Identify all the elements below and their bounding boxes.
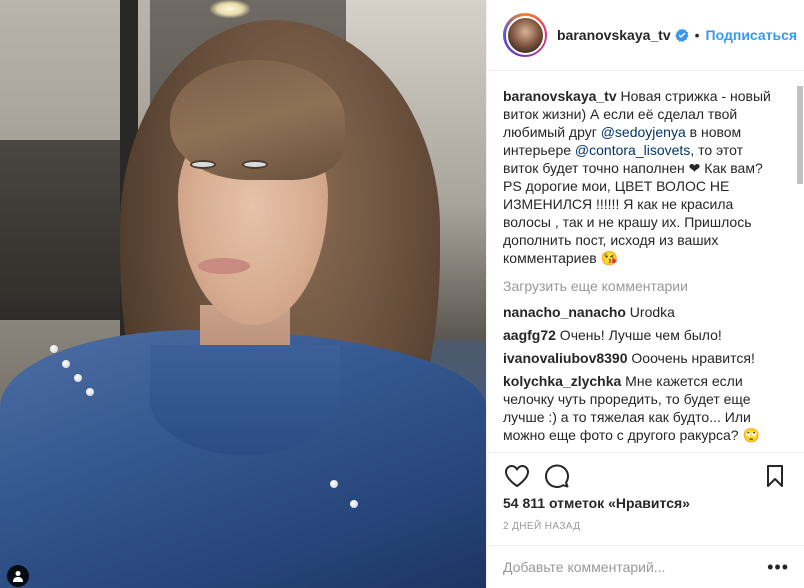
post-photo[interactable] [0, 0, 486, 588]
like-button[interactable] [503, 462, 531, 490]
photo-left-eye [190, 160, 216, 169]
comment-username[interactable]: ivanovaliubov8390 [503, 350, 628, 366]
comment-button[interactable] [543, 462, 571, 490]
comment-item: kolychka_zlychka Мне кажется если челочк… [503, 372, 777, 444]
header-username[interactable]: baranovskaya_tv [557, 27, 671, 43]
photo-pearl [330, 480, 338, 488]
comment-username[interactable]: nanacho_nanacho [503, 304, 626, 320]
photo-right-eye [242, 160, 268, 169]
photo-jacket-collar [150, 345, 340, 455]
photo-pearl [62, 360, 70, 368]
load-more-comments-link[interactable]: Загрузить еще комментарии [503, 277, 777, 295]
tagged-people-button[interactable] [7, 565, 29, 587]
mention-link[interactable]: @contora_lisovets [575, 142, 690, 158]
photo-pearl [350, 500, 358, 508]
photo-lamp [210, 0, 250, 18]
add-comment-input[interactable]: Добавьте комментарий... [503, 559, 665, 575]
photo-lips [198, 258, 250, 274]
scrollbar-thumb[interactable] [797, 86, 803, 184]
comment-text: Urodka [625, 304, 675, 320]
comment-icon [545, 464, 569, 488]
comment-text: Ооочень нравится! [627, 350, 755, 366]
comments-scrollbar[interactable] [797, 78, 803, 448]
comment-username[interactable]: kolychka_zlychka [503, 373, 621, 389]
add-comment-bar: Добавьте комментарий... ••• [487, 545, 804, 588]
post-timestamp[interactable]: 2 ДНЕЙ НАЗАД [503, 521, 580, 532]
caption: baranovskaya_tv Новая стрижка - новый ви… [503, 87, 777, 267]
comment-item: aagfg72 Очень! Лучше чем было! [503, 326, 777, 344]
save-button[interactable] [761, 462, 789, 490]
header-separator: • [694, 27, 700, 43]
photo-window-shadow [0, 140, 120, 320]
caption-username[interactable]: baranovskaya_tv [503, 88, 617, 104]
comments-list: baranovskaya_tv Новая стрижка - новый ви… [487, 71, 793, 452]
avatar[interactable] [505, 15, 545, 55]
photo-pearl [74, 374, 82, 382]
story-ring[interactable] [503, 13, 547, 57]
more-options-icon[interactable]: ••• [767, 557, 789, 578]
verified-badge-icon [674, 28, 689, 42]
comment-item: ivanovaliubov8390 Ооочень нравится! [503, 349, 777, 367]
action-bar [487, 452, 804, 498]
caption-text: , то этот виток будет точно наполнен ❤ К… [503, 142, 763, 266]
follow-button[interactable]: Подписаться [706, 27, 798, 43]
photo-pearl [50, 345, 58, 353]
comment-item: nanacho_nanacho Urodka [503, 303, 777, 321]
post-header: baranovskaya_tv • Подписаться [487, 0, 804, 71]
likes-count[interactable]: 54 811 отметок «Нравится» [503, 495, 690, 511]
mention-link[interactable]: @sedoyjenya [601, 124, 686, 140]
comment-text: Очень! Лучше чем было! [555, 327, 722, 343]
bookmark-icon [767, 464, 783, 487]
heart-icon [504, 464, 530, 487]
photo-pearl [86, 388, 94, 396]
post-side-panel: baranovskaya_tv • Подписаться baranovska… [486, 0, 804, 588]
person-tag-icon [13, 571, 23, 582]
comment-username[interactable]: aagfg72 [503, 327, 556, 343]
